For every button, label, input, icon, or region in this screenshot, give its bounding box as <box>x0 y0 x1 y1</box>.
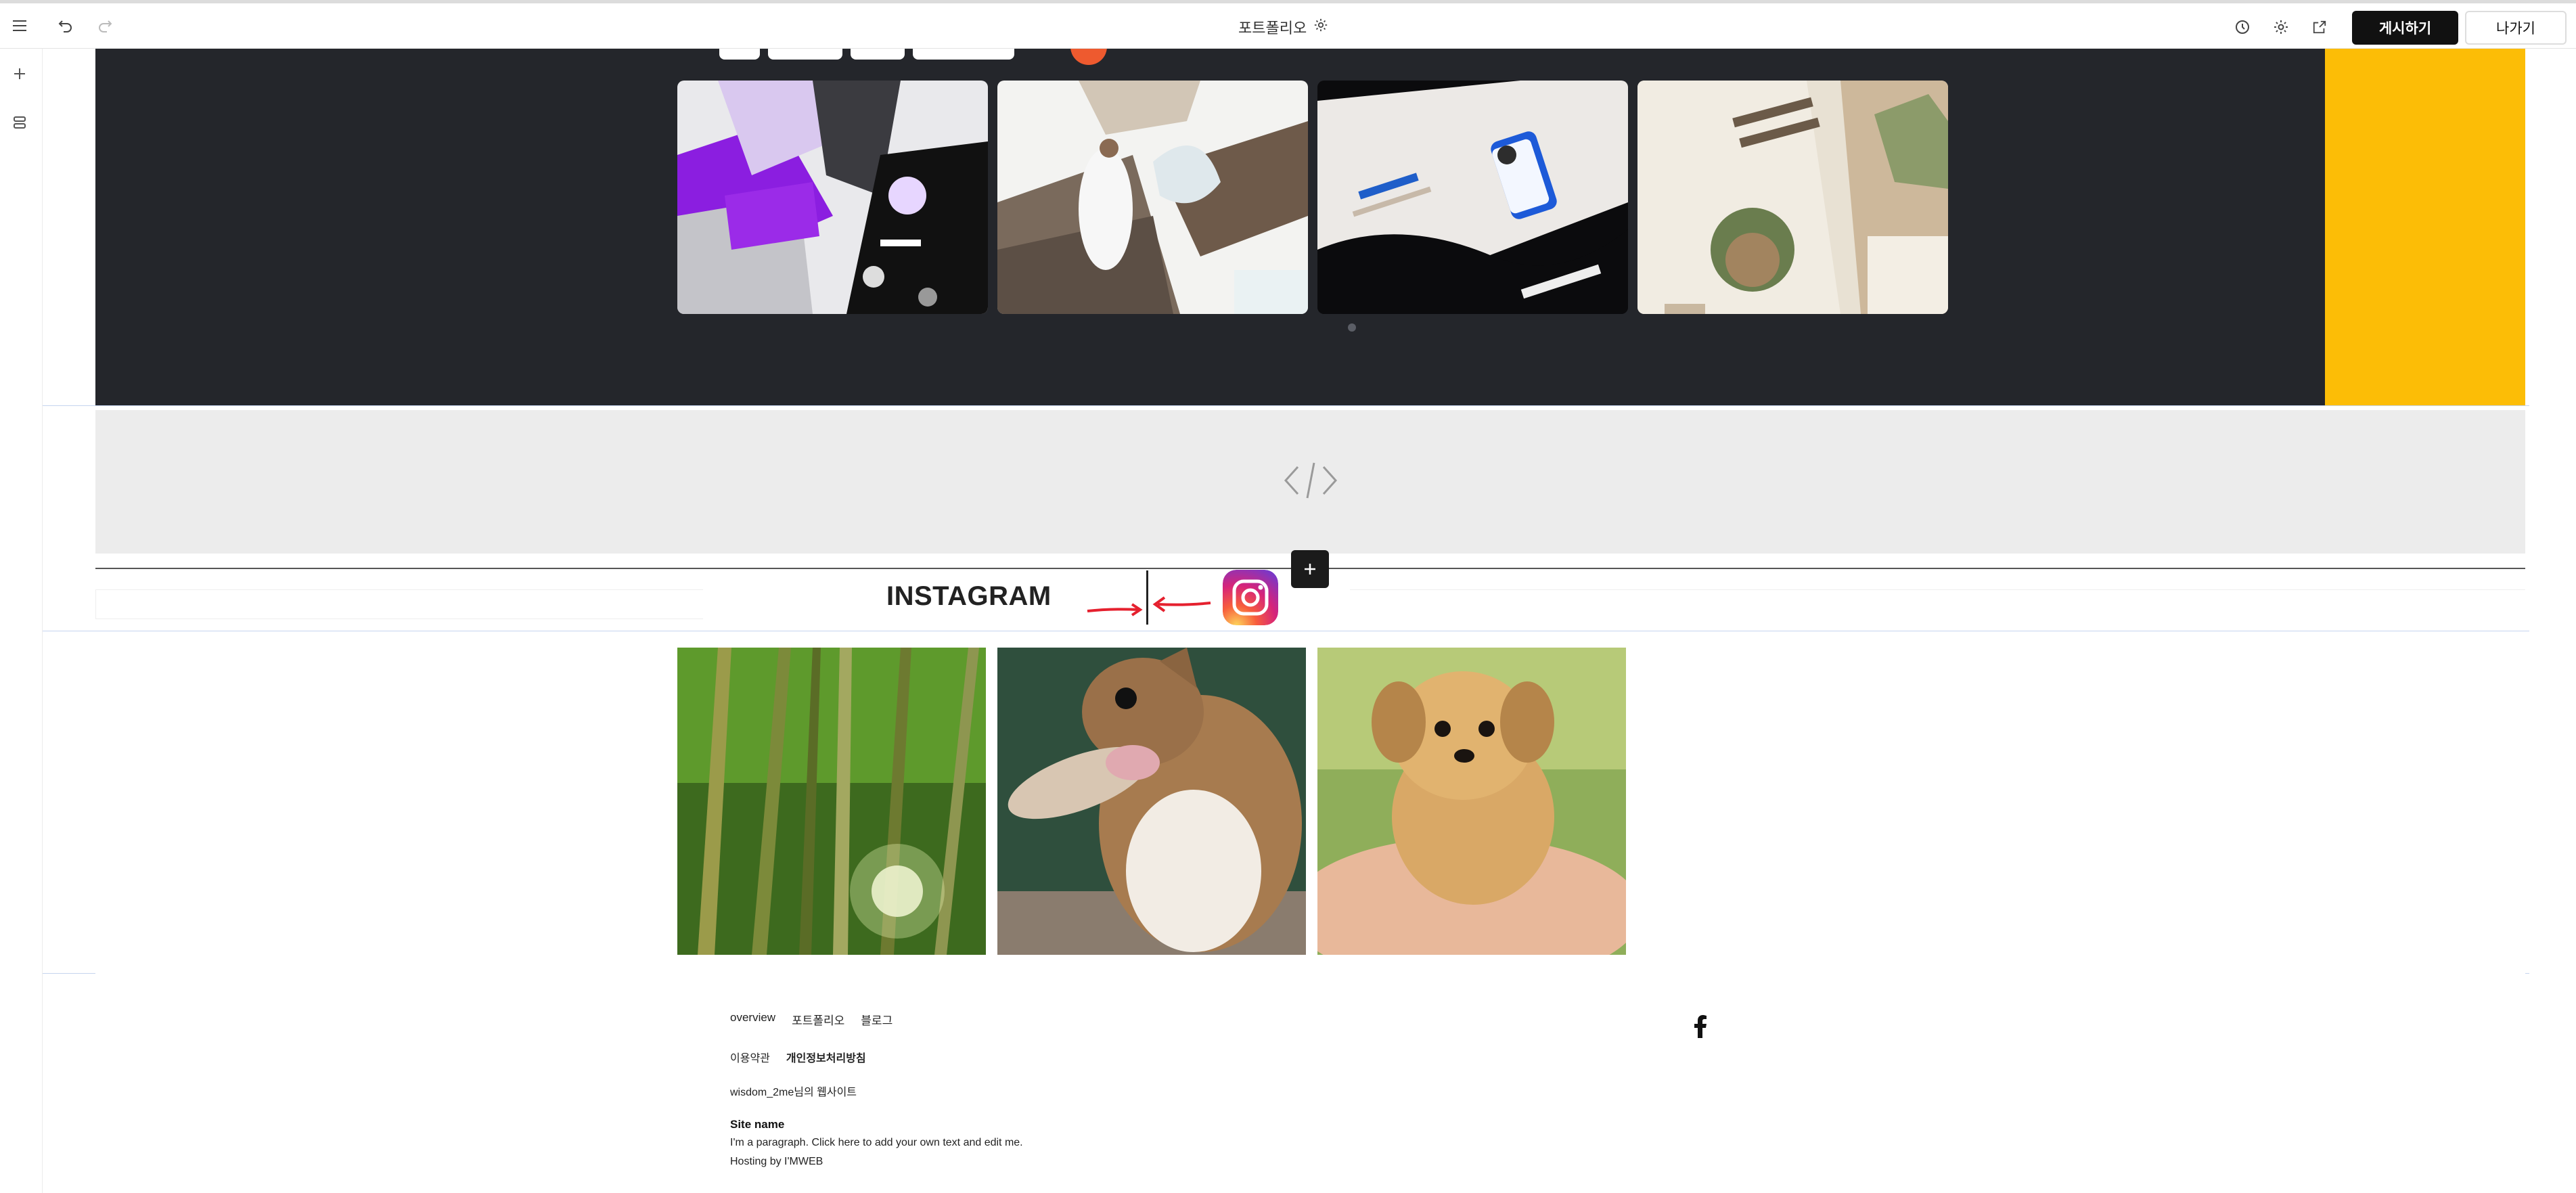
arrow-left-icon <box>1152 596 1211 612</box>
page-title: 포트폴리오 <box>1238 20 1307 37</box>
portfolio-section[interactable] <box>95 49 2325 405</box>
portfolio-card[interactable] <box>1637 81 1948 314</box>
html-code-block[interactable] <box>95 410 2525 554</box>
editor-toolbar: 포트폴리오 게시하기 나가기 <box>0 0 2576 49</box>
emoji-decoration <box>1070 49 1107 65</box>
arrow-right-icon <box>1087 603 1143 616</box>
section-divider <box>43 405 2529 406</box>
code-icon <box>1283 460 1338 504</box>
editor-canvas: INSTAGRAM overview 포트폴리오 블로그 이용약관 개인정보처리… <box>43 49 2529 1193</box>
settings-icon[interactable] <box>2269 16 2292 39</box>
history-icon[interactable] <box>2231 16 2254 39</box>
footer-link-overview[interactable]: overview <box>730 1011 775 1028</box>
accent-block <box>2325 49 2525 405</box>
footer-link-blog[interactable]: 블로그 <box>861 1011 892 1028</box>
plus-icon[interactable] <box>8 62 31 85</box>
gallery-photo-bamboo[interactable] <box>677 648 986 955</box>
footer-link-portfolio[interactable]: 포트폴리오 <box>792 1011 844 1028</box>
settings-icon[interactable] <box>1313 18 1328 37</box>
facebook-icon[interactable] <box>1693 1015 1708 1038</box>
footer-content[interactable]: overview 포트폴리오 블로그 이용약관 개인정보처리방침 wisdom_… <box>95 973 2525 1193</box>
menu-icon[interactable] <box>8 14 31 37</box>
left-tool-rail <box>0 49 43 1193</box>
carousel-indicator[interactable] <box>1348 323 1356 332</box>
instagram-heading[interactable]: INSTAGRAM <box>886 581 1052 612</box>
portfolio-card[interactable] <box>1317 81 1628 314</box>
footer: overview 포트폴리오 블로그 이용약관 개인정보처리방침 wisdom_… <box>43 973 2529 1193</box>
plus-icon <box>1305 564 1315 575</box>
text-cursor <box>1146 570 1148 625</box>
undo-icon[interactable] <box>54 14 77 37</box>
publish-button[interactable]: 게시하기 <box>2352 11 2458 45</box>
external-link-icon[interactable] <box>2308 16 2331 39</box>
layers-icon[interactable] <box>8 111 31 134</box>
footer-legal: 이용약관 개인정보처리방침 <box>730 1049 866 1065</box>
portfolio-card[interactable] <box>997 81 1308 314</box>
owner-site-text: wisdom_2me님의 웹사이트 <box>730 1087 857 1098</box>
exit-button[interactable]: 나가기 <box>2465 11 2567 45</box>
page-title-group[interactable]: 포트폴리오 <box>1238 14 1328 40</box>
privacy-link[interactable]: 개인정보처리방침 <box>786 1049 866 1065</box>
redo-icon[interactable] <box>93 14 116 37</box>
footer-nav: overview 포트폴리오 블로그 <box>730 1011 892 1028</box>
portfolio-card[interactable] <box>677 81 988 314</box>
hosting-text: Hosting by I'MWEB <box>730 1156 823 1167</box>
gallery-photo-squirrel[interactable] <box>997 648 1306 955</box>
empty-text-block[interactable] <box>95 589 703 619</box>
gallery-photo-puppy[interactable] <box>1317 648 1626 955</box>
terms-link[interactable]: 이용약관 <box>730 1049 770 1065</box>
right-rail <box>2499 49 2576 1193</box>
empty-block[interactable] <box>1350 570 2525 590</box>
site-name: Site name <box>730 1118 785 1131</box>
add-section-button[interactable] <box>1291 550 1329 588</box>
instagram-icon[interactable] <box>1223 570 1278 625</box>
hero-heading-fragment <box>719 49 1085 62</box>
footer-paragraph: I'm a paragraph. Click here to add your … <box>730 1137 1023 1148</box>
